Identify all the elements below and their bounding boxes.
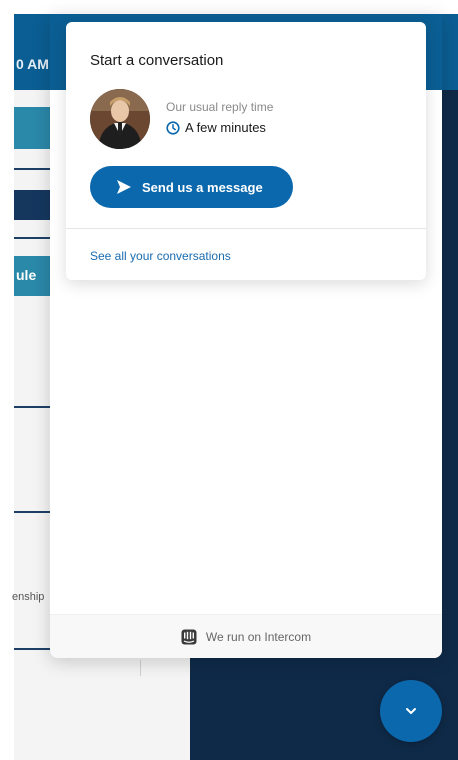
- paper-plane-icon: [117, 180, 131, 194]
- background-divider: [14, 511, 54, 513]
- reply-time-label: Our usual reply time: [166, 100, 274, 114]
- reply-time-row: A few minutes: [166, 120, 266, 135]
- send-message-label: Send us a message: [142, 179, 263, 195]
- powered-by-footer[interactable]: We run on Intercom: [50, 614, 442, 658]
- background-schedule-button[interactable]: ule: [14, 256, 54, 296]
- powered-by-text: We run on Intercom: [205, 629, 312, 644]
- card-title: Start a conversation: [90, 52, 224, 69]
- see-all-conversations-link[interactable]: See all your conversations: [90, 249, 231, 263]
- messenger-panel: Start a conversation Our usual reply tim…: [50, 14, 442, 658]
- background-time-text: 0 AM: [16, 56, 49, 72]
- messenger-launcher-button[interactable]: [380, 680, 442, 742]
- background-divider: [14, 648, 54, 650]
- background-divider: [14, 168, 54, 170]
- send-message-button[interactable]: Send us a message: [90, 166, 293, 208]
- background-schedule-label: ule: [16, 267, 37, 283]
- background-tick: [140, 660, 141, 676]
- clock-icon: [166, 120, 180, 135]
- conversation-card: Start a conversation Our usual reply tim…: [66, 22, 426, 280]
- background-divider: [14, 406, 54, 408]
- chevron-down-icon: [406, 708, 416, 714]
- reply-time-value: A few minutes: [185, 120, 266, 135]
- background-navy-block: [14, 190, 54, 220]
- agent-avatar: [90, 89, 150, 149]
- background-divider: [14, 237, 54, 239]
- background-teal-block: [14, 107, 54, 149]
- card-divider: [66, 228, 426, 229]
- intercom-logo-icon: [181, 629, 197, 644]
- background-ship-text: enship: [12, 591, 45, 603]
